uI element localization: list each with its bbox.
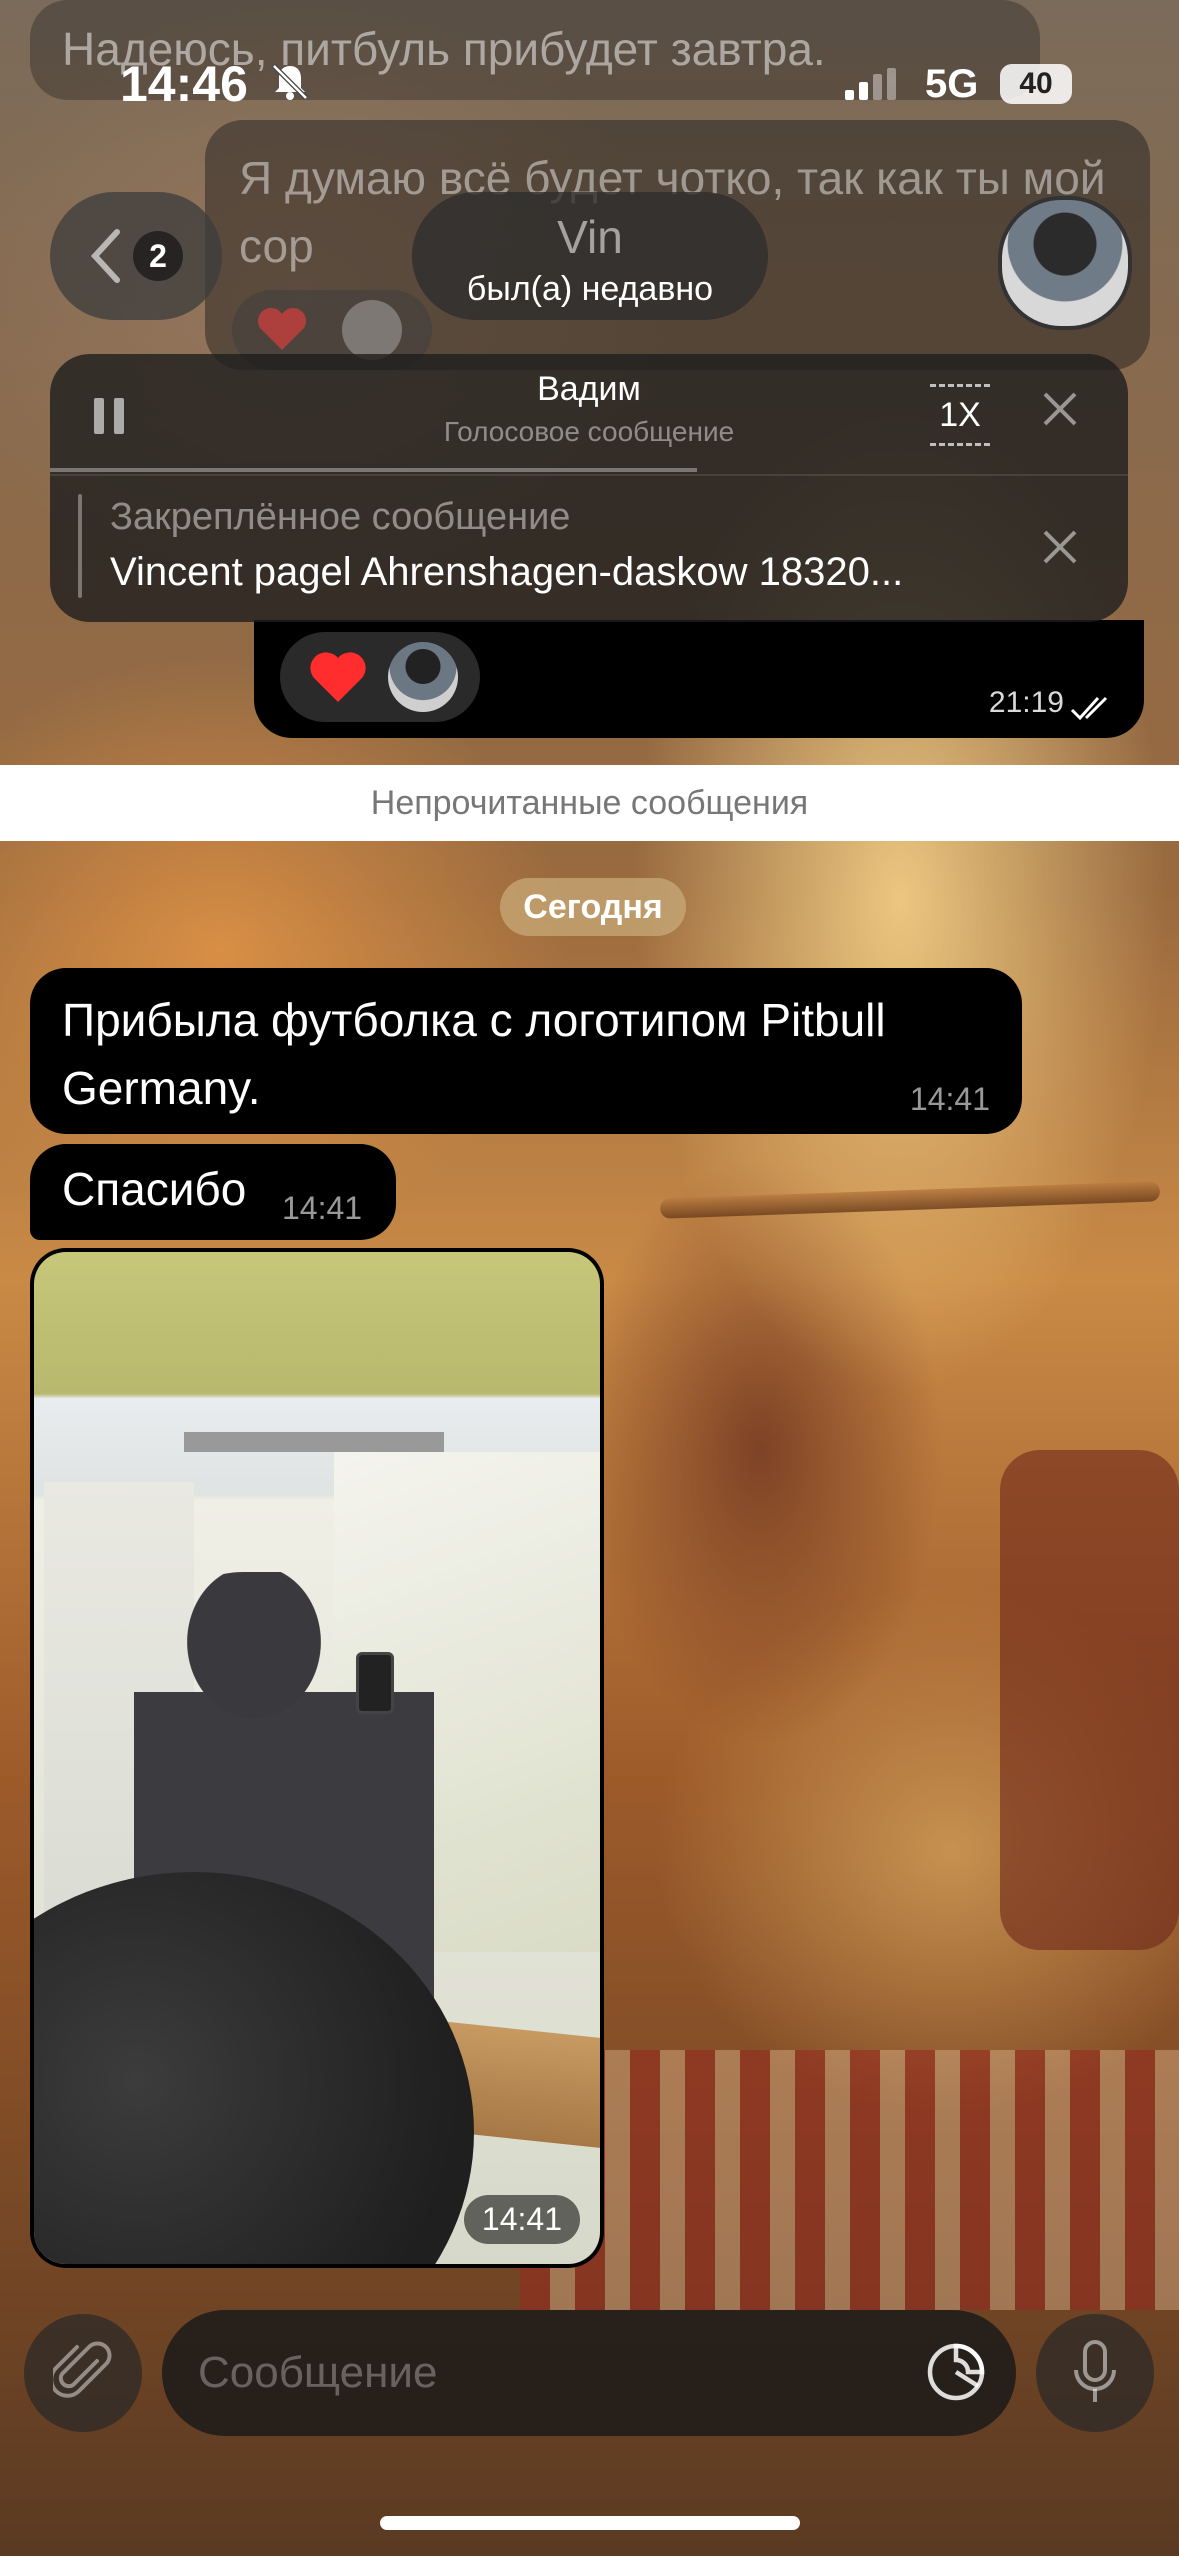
bell-muted-icon	[272, 64, 308, 100]
wallpaper-detail	[1000, 1450, 1179, 1950]
date-separator: Сегодня	[500, 878, 686, 936]
contact-status: был(а) недавно	[466, 270, 714, 308]
chat-title[interactable]: Vin был(а) недавно	[412, 192, 768, 320]
network-type: 5G	[925, 62, 979, 106]
previous-message-bubble[interactable]: 21:19	[254, 620, 1144, 738]
photo-image[interactable]: 14:41	[34, 1252, 600, 2264]
message-time: 14:41	[282, 1190, 363, 1226]
close-icon[interactable]	[1035, 384, 1085, 434]
message-time: 14:41	[909, 1081, 990, 1117]
audio-player-panel: Вадим Голосовое сообщение 1X Закреплённо…	[50, 354, 1128, 622]
back-button[interactable]: 2	[50, 192, 222, 320]
photo-detail	[356, 1652, 394, 1714]
message-bubble[interactable]: Спасибо 14:41	[30, 1144, 396, 1240]
chat-history-top: Надеюсь, питбуль прибудет завтра. Я дума…	[0, 0, 1179, 765]
reaction-chip[interactable]	[280, 632, 480, 722]
photo-message[interactable]: 14:41	[30, 1248, 604, 2268]
paperclip-icon	[53, 2341, 112, 2398]
unread-divider: Непрочитанные сообщения	[0, 765, 1179, 841]
contact-avatar[interactable]	[998, 196, 1132, 330]
message-text: Прибыла футболка с логотипом Pitbull Ger…	[62, 994, 886, 1114]
signal-icon	[845, 68, 896, 100]
message-time: 21:19	[988, 686, 1064, 719]
audio-progress[interactable]	[50, 468, 697, 472]
reactor-avatar	[388, 642, 458, 712]
sticker-icon[interactable]	[920, 2336, 992, 2408]
wallpaper-detail	[520, 2050, 1179, 2310]
pinned-message-text[interactable]: Vincent pagel Ahrenshagen-daskow 18320..…	[110, 550, 1030, 595]
message-text: Спасибо	[62, 1163, 247, 1215]
photo-detail	[184, 1432, 444, 1452]
close-pinned-icon[interactable]	[1035, 522, 1085, 572]
home-indicator	[380, 2516, 800, 2530]
battery-indicator: 40	[1000, 64, 1072, 104]
unread-count-badge: 2	[133, 231, 183, 281]
wallpaper-detail	[659, 1181, 1161, 1219]
contact-name: Vin	[557, 211, 623, 263]
clock: 14:46	[120, 56, 248, 112]
message-input[interactable]	[162, 2310, 1016, 2436]
pinned-label: Закреплённое сообщение	[110, 496, 571, 538]
chevron-left-icon	[90, 229, 120, 283]
message-bubble[interactable]: Прибыла футболка с логотипом Pitbull Ger…	[30, 968, 1022, 1134]
voice-record-button[interactable]	[1036, 2314, 1154, 2432]
microphone-icon	[1074, 2340, 1116, 2402]
playback-speed-button[interactable]: 1X	[930, 384, 990, 446]
heart-icon	[310, 652, 366, 702]
pin-indicator	[78, 494, 82, 598]
double-check-icon	[1070, 696, 1108, 721]
status-bar: 14:46 5G 40	[0, 0, 1179, 150]
message-time: 14:41	[463, 2195, 580, 2244]
panel-divider	[50, 474, 1128, 476]
attach-button[interactable]	[24, 2314, 142, 2432]
